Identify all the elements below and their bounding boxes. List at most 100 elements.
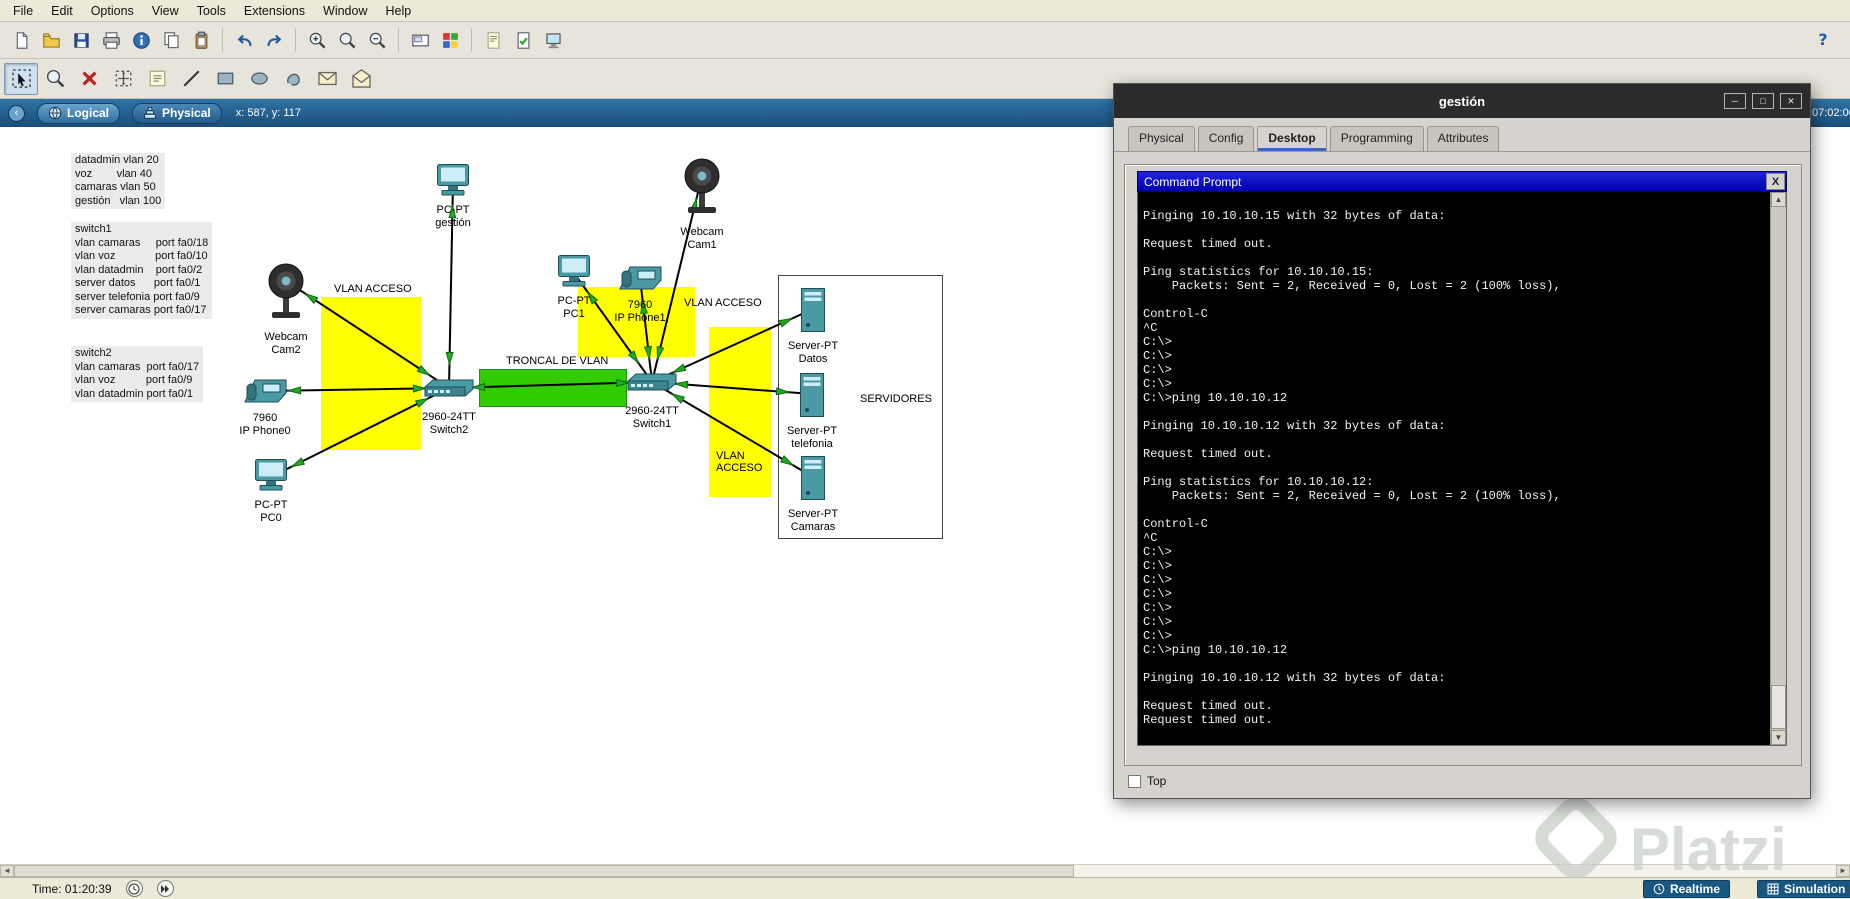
clock-display: 07:02:00 [1812,107,1850,119]
tab-desktop[interactable]: Desktop [1257,126,1327,151]
drawing-palette-icon [441,31,460,50]
back-icon[interactable]: ‹ [8,104,25,122]
terminal[interactable]: Pinging 10.10.10.15 with 32 bytes of dat… [1137,192,1787,746]
physical-label: Physical [162,106,211,120]
redo-icon [265,31,284,50]
menu-view[interactable]: View [143,2,188,20]
scroll-left-icon[interactable]: ◄ [0,865,14,877]
toolbar-save-button[interactable] [66,26,96,54]
dialog-tab-bar: Physical Config Desktop Programming Attribut… [1114,118,1810,152]
toolbar-drawing-palette-button[interactable] [435,26,465,54]
toolbar-print-button[interactable] [96,26,126,54]
tab-programming[interactable]: Programming [1329,126,1424,151]
simulation-time: Time: 01:20:39 [32,881,112,896]
toolbar-copy-button[interactable] [156,26,186,54]
tool-add-simple-pdu-button[interactable] [310,63,344,95]
status-bar: Time: 01:20:39 Realtime Simulation [0,877,1850,899]
menu-extensions[interactable]: Extensions [235,2,314,20]
simulation-grid-icon [1767,883,1779,895]
power-cycle-clock-icon[interactable] [125,880,143,897]
tool-draw-ellipse-button[interactable] [242,63,276,95]
note-switch2-table[interactable]: switch2 vlan camaras port fa0/17 vlan vo… [71,346,204,402]
tool-add-complex-pdu-button[interactable] [344,63,378,95]
dialog-title-bar[interactable]: gestión ─ □ ✕ [1114,84,1810,118]
tool-draw-line-button[interactable] [174,63,208,95]
tool-select-button[interactable] [4,62,38,95]
menu-help[interactable]: Help [376,2,420,20]
toolbar-custom-devices-button[interactable] [538,26,568,54]
toolbar-help-button[interactable]: ? [1808,26,1838,54]
simulation-mode-button[interactable]: Simulation [1757,880,1850,898]
top-checkbox[interactable]: Top [1128,774,1166,788]
toolbar-zoom-original-button[interactable] [332,26,362,54]
toolbar-activity-wizard-button[interactable] [126,26,156,54]
packet-tracer-window: File Edit Options View Tools Extensions Window… [0,0,1850,899]
toolbar-paste-button[interactable] [186,26,216,54]
command-prompt-window: Command Prompt X Pinging 10.10.10.15 wit… [1137,171,1787,746]
toolbar-separator [222,28,223,52]
toolbar-zoom-in-button[interactable] [302,26,332,54]
toolbar-redo-button[interactable] [259,26,289,54]
activity-grading-icon [514,31,533,50]
scroll-down-icon[interactable]: ▼ [1771,730,1786,745]
toolbar-zoom-out-button[interactable] [362,26,392,54]
tab-logical[interactable]: Logical [37,102,121,124]
zoom-original-icon [338,31,357,50]
simulation-label: Simulation [1784,882,1846,896]
menu-options[interactable]: Options [82,2,143,20]
logical-label: Logical [67,106,110,120]
command-prompt-title-bar[interactable]: Command Prompt X [1137,171,1787,192]
draw-line-icon [181,68,202,89]
activity-wizard-icon [132,31,151,50]
tab-physical[interactable]: Physical [132,102,222,124]
menu-file[interactable]: File [4,2,42,20]
tab-attributes[interactable]: Attributes [1426,126,1500,151]
tool-inspect-button[interactable] [38,63,72,95]
menu-edit[interactable]: Edit [42,2,82,20]
tool-place-note-button[interactable] [140,63,174,95]
tool-draw-freeform-button[interactable] [276,63,310,95]
physical-workspace-icon [143,106,157,120]
top-checkbox-box[interactable] [1128,774,1141,788]
add-complex-pdu-icon [351,68,372,89]
realtime-mode-button[interactable]: Realtime [1643,880,1731,898]
tool-resize-shape-button[interactable] [106,63,140,95]
zoom-in-icon [308,31,327,50]
toolbar-open-button[interactable] [36,26,66,54]
dialog-title: gestión [1438,93,1486,109]
toolbar-undo-button[interactable] [229,26,259,54]
tab-config[interactable]: Config [1197,126,1255,151]
terminal-scrollbar[interactable]: ▲ ▼ [1770,192,1786,745]
tool-draw-rectangle-button[interactable] [208,63,242,95]
toolbar-network-note-button[interactable] [478,26,508,54]
undo-icon [235,31,254,50]
note-switch1-table[interactable]: switch1 vlan camaras port fa0/18 vlan vo… [71,222,213,319]
command-prompt-close-button[interactable]: X [1766,173,1785,190]
menu-tools[interactable]: Tools [188,2,235,20]
horizontal-scrollbar-thumb[interactable] [14,865,1074,877]
menu-window[interactable]: Window [314,2,376,20]
logical-workspace-icon [48,106,62,120]
toolbar-new-button[interactable] [6,26,36,54]
fast-forward-icon[interactable] [156,880,174,897]
maximize-button[interactable]: □ [1752,93,1774,109]
minimize-button[interactable]: ─ [1724,93,1746,109]
new-icon [12,31,31,50]
horizontal-scrollbar[interactable]: ◄ ► [0,864,1850,877]
scroll-right-icon[interactable]: ► [1836,865,1850,877]
toolbar-activity-grading-button[interactable] [508,26,538,54]
open-icon [42,31,61,50]
close-button[interactable]: ✕ [1780,93,1802,109]
inspect-icon [45,68,66,89]
terminal-scrollbar-thumb[interactable] [1771,685,1786,729]
custom-devices-icon [544,31,563,50]
command-prompt-title: Command Prompt [1144,174,1242,189]
tool-delete-button[interactable] [72,63,106,95]
toolbar-viewport-button[interactable] [405,26,435,54]
draw-freeform-icon [283,68,304,89]
scroll-up-icon[interactable]: ▲ [1771,192,1786,207]
realtime-label: Realtime [1670,882,1721,896]
tab-physical[interactable]: Physical [1128,126,1195,151]
realtime-clock-icon [1653,883,1665,895]
note-vlan-table[interactable]: datadmin vlan 20 voz vlan 40 camaras vla… [71,153,166,209]
